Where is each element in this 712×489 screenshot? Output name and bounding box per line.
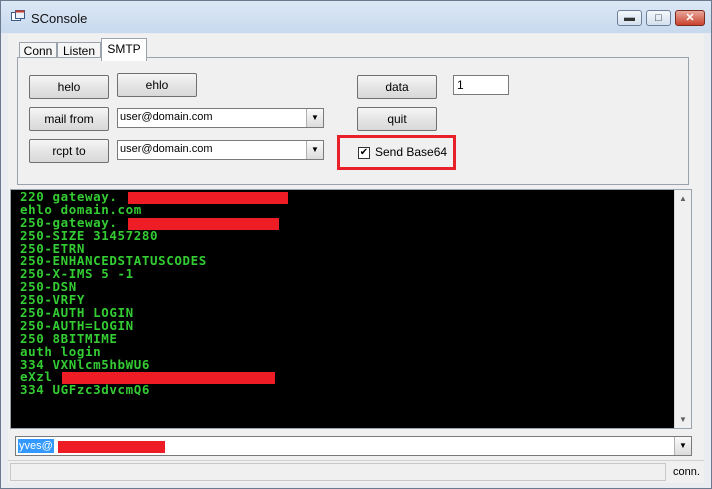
- console-line: 334 VXNlcm5hbWU6: [20, 356, 151, 372]
- title-bar[interactable]: SConsole ▬ □ ✕: [1, 1, 711, 33]
- smtp-panel: helo ehlo mail from user@domain.com ▼ rc…: [17, 57, 689, 185]
- connection-status: conn.: [673, 466, 700, 478]
- mail-from-combo[interactable]: user@domain.com ▼: [117, 108, 324, 128]
- scroll-up-icon[interactable]: ▲: [675, 190, 691, 207]
- data-count-value: 1: [457, 78, 464, 92]
- console-line: 250-DSN: [20, 279, 77, 295]
- helo-button[interactable]: helo: [29, 75, 109, 99]
- quit-button[interactable]: quit: [357, 107, 437, 131]
- redaction-bar: [128, 192, 288, 204]
- mail-from-value: user@domain.com: [120, 111, 213, 123]
- minimize-button[interactable]: ▬: [617, 10, 642, 26]
- rcpt-to-combo[interactable]: user@domain.com ▼: [117, 140, 324, 160]
- mail-from-button[interactable]: mail from: [29, 107, 109, 131]
- status-panel: [10, 463, 666, 481]
- chevron-down-icon[interactable]: ▼: [306, 109, 323, 127]
- scroll-down-icon[interactable]: ▼: [675, 411, 691, 428]
- rcpt-to-value: user@domain.com: [120, 143, 213, 155]
- console-line: 250 8BITMIME: [20, 330, 118, 346]
- console-output[interactable]: 220 gateway. ehlo domain.com 250-gateway…: [10, 189, 692, 429]
- console-line: 250-X-IMS 5 -1: [20, 266, 134, 282]
- ehlo-button[interactable]: ehlo: [117, 73, 197, 97]
- maximize-icon: □: [655, 12, 662, 24]
- tab-smtp[interactable]: SMTP: [101, 38, 147, 61]
- console-lines: 220 gateway. ehlo domain.com 250-gateway…: [20, 190, 660, 398]
- console-line: 334 UGFzc3dvcmQ6: [20, 382, 151, 398]
- status-bar: conn.: [8, 460, 704, 483]
- window-title: SConsole: [31, 11, 88, 26]
- data-count-field[interactable]: 1: [453, 75, 509, 95]
- main-window: SConsole ▬ □ ✕ Conn Listen SMTP helo ehl…: [0, 0, 712, 489]
- close-button[interactable]: ✕: [675, 10, 705, 26]
- maximize-button[interactable]: □: [646, 10, 671, 26]
- close-icon: ✕: [685, 12, 695, 24]
- app-window-icon: [11, 10, 25, 21]
- chevron-down-icon[interactable]: ▼: [674, 437, 691, 455]
- send-base64-label[interactable]: Send Base64: [375, 145, 447, 159]
- data-button[interactable]: data: [357, 75, 437, 99]
- minimize-icon: ▬: [624, 12, 635, 24]
- send-base64-checkbox[interactable]: ✔: [358, 147, 370, 159]
- redaction-bar: [58, 441, 165, 453]
- command-input[interactable]: yves@ ▼: [15, 436, 692, 456]
- command-input-value: yves@: [18, 439, 54, 453]
- rcpt-to-button[interactable]: rcpt to: [29, 139, 109, 163]
- console-line: 250-SIZE 31457280: [20, 227, 159, 243]
- chevron-down-icon[interactable]: ▼: [306, 141, 323, 159]
- client-area: Conn Listen SMTP helo ehlo mail from use…: [8, 34, 704, 483]
- console-scrollbar[interactable]: ▲ ▼: [674, 190, 691, 428]
